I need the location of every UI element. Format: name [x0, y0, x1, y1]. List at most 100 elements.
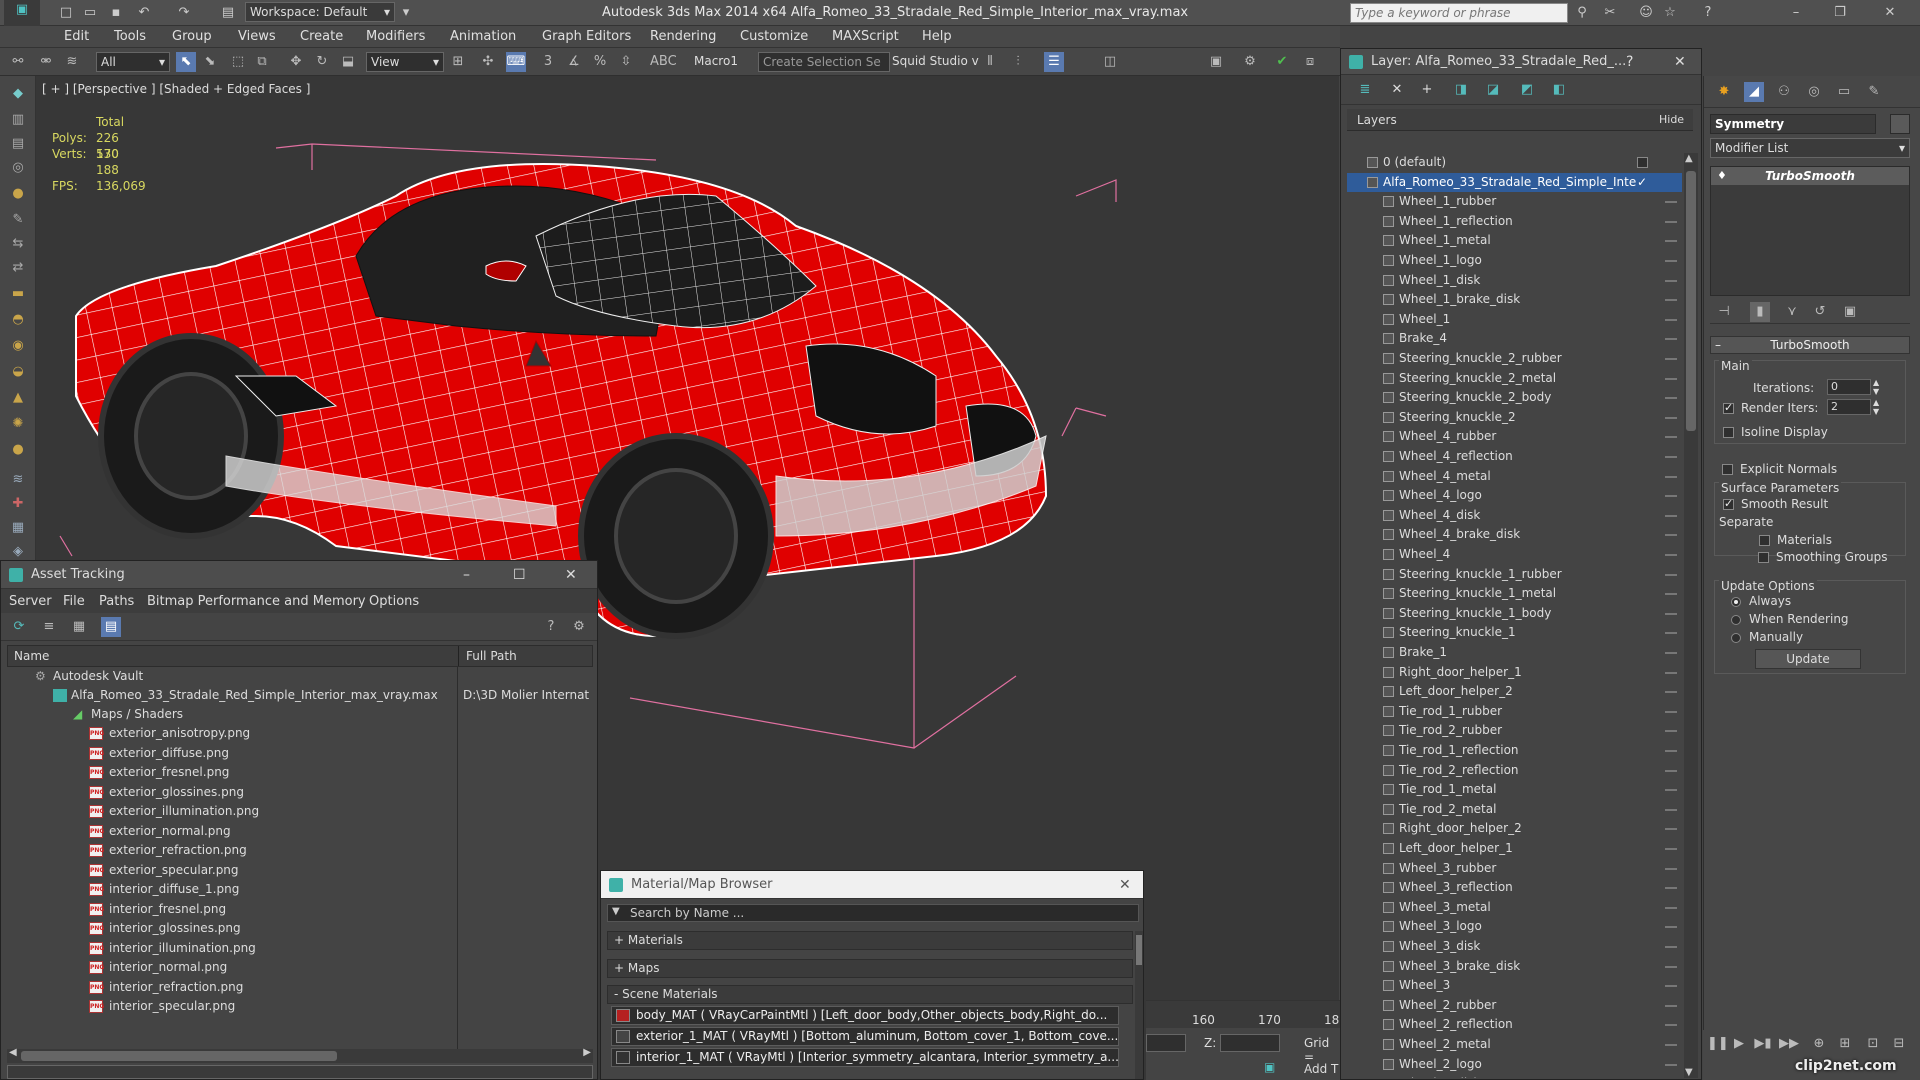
asset-tracking-titlebar[interactable]: Asset Tracking – ☐ ✕ — [1, 561, 597, 589]
menu-rendering[interactable]: Rendering — [650, 29, 716, 44]
explicit-normals-checkbox[interactable] — [1722, 464, 1733, 475]
texture-row[interactable]: PNG interior_illumination.png — [7, 939, 593, 958]
tool-icon-e[interactable]: ◉ — [8, 338, 28, 358]
object-row[interactable]: Left_door_helper_1 — [1347, 839, 1682, 858]
scroll-down-icon[interactable]: ▼ — [1685, 1067, 1693, 1078]
tool-icon-j[interactable]: ▦ — [8, 520, 28, 540]
object-row[interactable]: Wheel_2_logo — [1347, 1055, 1682, 1074]
hide-toggle[interactable] — [1665, 573, 1677, 576]
smoothing-groups-checkbox[interactable] — [1758, 552, 1769, 563]
create-tab-icon[interactable]: ✸ — [1714, 82, 1734, 102]
maximize-viewport-icon[interactable]: ⊟ — [1889, 1034, 1909, 1054]
layer-scrollbar[interactable]: ▲ ▼ — [1684, 153, 1698, 1078]
object-row[interactable]: Tie_rod_2_rubber — [1347, 721, 1682, 740]
remove-modifier-icon[interactable]: ↺ — [1810, 302, 1830, 322]
object-row[interactable]: Wheel_1_disk — [1347, 271, 1682, 290]
texture-row[interactable]: PNG interior_specular.png — [7, 997, 593, 1016]
object-row[interactable]: Wheel_4_rubber — [1347, 427, 1682, 446]
texture-row[interactable]: PNG exterior_illumination.png — [7, 802, 593, 821]
materials-checkbox[interactable] — [1759, 535, 1770, 546]
tool-icon-a[interactable]: ⇆ — [8, 236, 28, 256]
zoom-extents-icon[interactable]: ⊡ — [1863, 1034, 1883, 1054]
zoom-icon[interactable]: ⊕ — [1809, 1034, 1829, 1054]
scroll-left-icon[interactable]: ◀ — [9, 1047, 17, 1058]
thumbnail-view-icon[interactable]: ▦ — [69, 617, 89, 637]
object-row[interactable]: Steering_knuckle_2 — [1347, 408, 1682, 427]
object-row[interactable]: Tie_rod_2_reflection — [1347, 761, 1682, 780]
render-frame-icon[interactable]: ⧈ — [1300, 52, 1320, 72]
freeze-all-icon[interactable]: ◧ — [1549, 80, 1569, 100]
update-button[interactable]: Update — [1755, 649, 1861, 669]
hide-toggle[interactable] — [1665, 495, 1677, 498]
hide-toggle[interactable] — [1665, 926, 1677, 929]
texture-row[interactable]: PNG exterior_specular.png — [7, 861, 593, 880]
help-icon[interactable]: ? — [541, 617, 561, 637]
scene-material-row[interactable]: body_MAT ( VRayCarPaintMtl ) [Left_door_… — [611, 1006, 1119, 1025]
object-row[interactable]: Wheel_3_metal — [1347, 898, 1682, 917]
object-row[interactable]: Left_door_helper_2 — [1347, 682, 1682, 701]
hide-toggle[interactable] — [1665, 593, 1677, 596]
percent-snap-icon[interactable]: % — [590, 52, 610, 72]
hide-toggle[interactable] — [1665, 1004, 1677, 1007]
minimize-icon[interactable]: – — [1786, 3, 1806, 23]
hide-toggle[interactable] — [1665, 260, 1677, 262]
render-setup-icon[interactable]: ⚙ — [1240, 52, 1260, 72]
hide-toggle[interactable] — [1665, 965, 1677, 968]
render-iters-spinner[interactable]: 2 — [1827, 399, 1871, 415]
more-icon[interactable]: ▾ — [396, 3, 416, 23]
angle-snap-icon[interactable]: ∡ — [564, 52, 584, 72]
modify-tab-icon[interactable]: ▥ — [8, 112, 28, 132]
object-row[interactable]: Right_door_helper_1 — [1347, 663, 1682, 682]
align-icon[interactable]: ⫶ — [1008, 52, 1028, 72]
keyboard-shortcut-icon[interactable]: ⌨ — [506, 52, 526, 72]
hide-toggle[interactable] — [1665, 358, 1677, 360]
object-row[interactable]: Wheel_4_reflection — [1347, 447, 1682, 466]
new-icon[interactable]: □ — [56, 3, 76, 23]
object-row[interactable]: Brake_4 — [1347, 329, 1682, 348]
spinner-arrows-icon[interactable]: ▲ ▼ — [1873, 398, 1879, 416]
materials-group-header[interactable]: + Materials — [607, 931, 1133, 950]
hide-toggle[interactable] — [1665, 789, 1677, 792]
close-icon[interactable]: ✕ — [1674, 49, 1686, 75]
object-row[interactable]: Wheel_1_rubber — [1347, 192, 1682, 211]
object-row[interactable]: Tie_rod_2_metal — [1347, 800, 1682, 819]
object-color-swatch[interactable] — [1890, 114, 1910, 134]
show-end-result-icon[interactable]: ▮ — [1750, 302, 1770, 322]
hide-toggle[interactable] — [1665, 710, 1677, 713]
curve-editor-icon[interactable]: ◫ — [1100, 52, 1120, 72]
close-icon[interactable]: ✕ — [1880, 3, 1900, 23]
hide-toggle[interactable] — [1665, 730, 1677, 733]
minimize-icon[interactable]: – — [463, 561, 470, 589]
spinner-arrows-icon[interactable]: ▲ ▼ — [1873, 378, 1879, 396]
vault-row[interactable]: ⚙ Autodesk Vault — [7, 667, 593, 686]
hide-toggle[interactable] — [1665, 769, 1677, 772]
refresh-icon[interactable]: ⟳ — [9, 617, 29, 637]
hide-toggle[interactable] — [1665, 906, 1677, 909]
object-row[interactable]: Wheel_2_reflection — [1347, 1015, 1682, 1034]
hide-toggle[interactable] — [1665, 848, 1677, 850]
layer-panel-titlebar[interactable]: Layer: Alfa_Romeo_33_Stradale_Red_... ? … — [1341, 49, 1701, 75]
hide-toggle[interactable] — [1665, 1063, 1677, 1066]
highlight-layer-icon[interactable]: ◪ — [1483, 80, 1503, 100]
hide-toggle[interactable] — [1665, 867, 1677, 870]
object-row[interactable]: Steering_knuckle_2_body — [1347, 388, 1682, 407]
asset-menu-paths[interactable]: Paths — [99, 594, 134, 609]
hide-toggle[interactable] — [1665, 612, 1677, 615]
object-row[interactable]: Wheel_1_metal — [1347, 231, 1682, 250]
spinner-snap-icon[interactable]: ⇳ — [616, 52, 636, 72]
create-tab-icon[interactable]: ◆ — [8, 86, 28, 106]
named-selection-set-dropdown[interactable]: Create Selection Se▾ — [758, 52, 890, 87]
menu-customize[interactable]: Customize — [740, 29, 808, 44]
name-column-header[interactable]: Name — [14, 649, 49, 663]
object-row[interactable]: Wheel_4_brake_disk — [1347, 525, 1682, 544]
texture-row[interactable]: PNG exterior_glossines.png — [7, 783, 593, 802]
object-row[interactable]: Wheel_4_logo — [1347, 486, 1682, 505]
modifier-stack-item[interactable]: ♦ TurboSmooth — [1711, 167, 1909, 185]
list-view-icon[interactable]: ≡ — [39, 617, 59, 637]
object-row[interactable]: Wheel_2_rubber — [1347, 996, 1682, 1015]
hide-toggle[interactable] — [1665, 554, 1677, 556]
add-time-tag-label[interactable]: Add T — [1304, 1062, 1338, 1076]
hide-toggle[interactable] — [1665, 220, 1677, 223]
utilities-tab-icon[interactable]: ✎ — [8, 212, 28, 232]
menu-modifiers[interactable]: Modifiers — [366, 29, 425, 44]
